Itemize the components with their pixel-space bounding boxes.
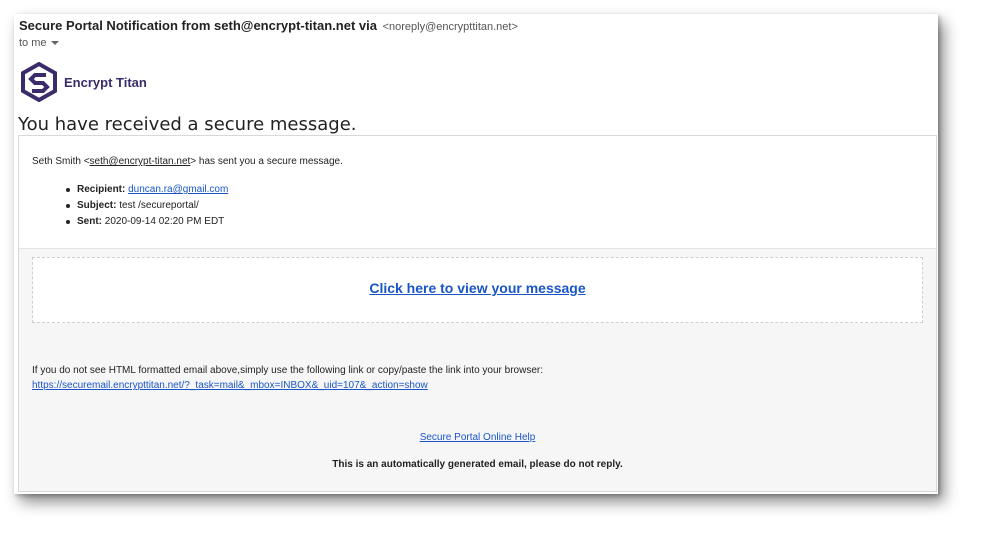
message-details: Recipient: duncan.ra@gmail.com Subject: …	[63, 182, 228, 230]
help-row: Secure Portal Online Help	[19, 432, 936, 443]
view-message-link[interactable]: Click here to view your message	[33, 280, 922, 296]
detail-sent: Sent: 2020-09-14 02:20 PM EDT	[63, 214, 228, 230]
subject-line: Secure Portal Notification from seth@enc…	[19, 18, 518, 33]
sender-name: Seth Smith <	[32, 156, 90, 167]
message-card: Seth Smith <seth@encrypt-titan.net> has …	[18, 135, 937, 492]
brand-name: Encrypt Titan	[64, 74, 147, 90]
page-title: You have received a secure message.	[18, 114, 357, 135]
fallback-url-link[interactable]: https://securemail.encrypttitan.net/?_ta…	[32, 378, 543, 393]
email-header: Secure Portal Notification from seth@enc…	[19, 18, 518, 49]
recipient-dropdown[interactable]: to me	[19, 37, 518, 49]
cta-container: Click here to view your message	[32, 257, 923, 323]
fallback-text: If you do not see HTML formatted email a…	[32, 365, 543, 376]
encrypt-titan-logo-icon	[21, 62, 57, 102]
fallback-instructions: If you do not see HTML formatted email a…	[32, 363, 543, 393]
detail-subject: Subject: test /secureportal/	[63, 198, 228, 214]
detail-label: Subject:	[77, 200, 117, 211]
online-help-link[interactable]: Secure Portal Online Help	[420, 432, 536, 443]
noreply-notice: This is an automatically generated email…	[332, 459, 623, 470]
detail-label: Sent:	[77, 216, 102, 227]
detail-label: Recipient:	[77, 184, 126, 195]
recipient-email-link[interactable]: duncan.ra@gmail.com	[128, 184, 228, 195]
intro-suffix: > has sent you a secure message.	[190, 156, 343, 167]
email-subject: Secure Portal Notification from seth@enc…	[19, 18, 377, 33]
chevron-down-icon[interactable]	[50, 41, 59, 46]
detail-value: 2020-09-14 02:20 PM EDT	[104, 216, 225, 227]
bullet-icon	[66, 204, 70, 208]
intro-line: Seth Smith <seth@encrypt-titan.net> has …	[32, 156, 343, 167]
bullet-icon	[66, 188, 70, 192]
email-window: Secure Portal Notification from seth@enc…	[14, 14, 938, 494]
sender-email-link[interactable]: seth@encrypt-titan.net	[90, 156, 191, 167]
detail-value: test /secureportal/	[119, 200, 199, 211]
detail-recipient: Recipient: duncan.ra@gmail.com	[63, 182, 228, 198]
sender-address: <noreply@encrypttitan.net>	[382, 21, 518, 33]
message-summary: Seth Smith <seth@encrypt-titan.net> has …	[19, 136, 936, 249]
bullet-icon	[66, 220, 70, 224]
brand-logo: Encrypt Titan	[20, 62, 147, 102]
to-label: to me	[19, 37, 47, 49]
